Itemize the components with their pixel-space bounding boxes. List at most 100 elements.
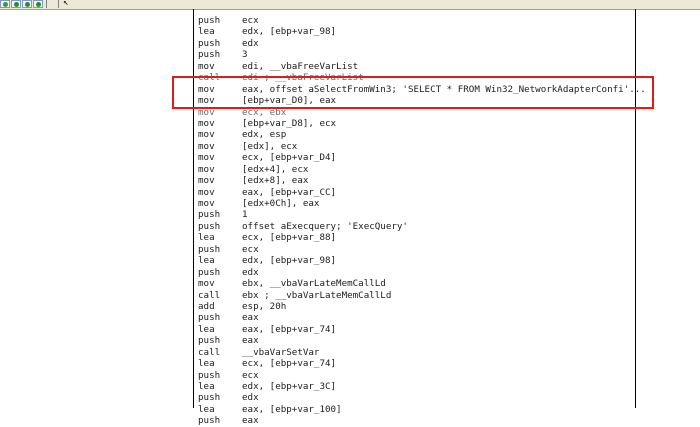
instruction-mnemonic: push [198, 392, 221, 404]
instruction-mnemonic: mov [198, 198, 215, 209]
instruction-operands: [edx+8], eax [242, 175, 309, 187]
code-line[interactable]: push edx [198, 267, 638, 278]
arrow-cursor-icon[interactable]: ↖ [63, 0, 68, 8]
instruction-operands: edx [242, 266, 259, 278]
code-line[interactable]: push edx [198, 392, 638, 403]
instruction-mnemonic: mov [198, 95, 215, 107]
code-line[interactable]: mov [ebp+var_D0], eax [198, 95, 638, 106]
instruction-mnemonic: push [198, 415, 221, 427]
code-line[interactable]: mov ecx, [ebp+var_D4] [198, 152, 638, 163]
code-line[interactable]: mov [edx+4], ecx [198, 164, 638, 175]
instruction-mnemonic: call [198, 346, 221, 358]
instruction-mnemonic: push [198, 243, 221, 255]
instruction-mnemonic: push [198, 312, 221, 324]
instruction-operands: eax, offset aSelectFromWin3; 'SELECT * F… [242, 83, 646, 95]
instruction-operands: eax [242, 335, 259, 347]
instruction-mnemonic: lea [198, 358, 215, 370]
instruction-operands: edx, [ebp+var_98] [242, 255, 337, 267]
code-line[interactable]: call __vbaVarSetVar [198, 347, 638, 358]
instruction-mnemonic: mov [198, 60, 215, 72]
instruction-operands: [ebp+var_D0], eax [242, 95, 337, 107]
code-line[interactable]: call ebx ; __vbaVarLateMemCallLd [198, 290, 638, 301]
instruction-mnemonic: push [198, 15, 221, 26]
code-line[interactable]: lea edx, [ebp+var_98] [198, 255, 638, 266]
instruction-mnemonic: call [198, 289, 221, 301]
code-line[interactable]: call edi ; __vbaFreeVarList [198, 72, 638, 83]
instruction-operands: eax, [ebp+var_74] [242, 323, 337, 335]
instruction-mnemonic: add [198, 300, 215, 312]
code-line[interactable]: push eax [198, 335, 638, 346]
code-line[interactable]: mov [edx+8], eax [198, 175, 638, 186]
code-line[interactable]: mov ecx, ebx [198, 107, 638, 118]
instruction-mnemonic: push [198, 335, 221, 347]
code-line[interactable]: lea eax, [ebp+var_74] [198, 324, 638, 335]
code-line[interactable]: push offset aExecquery; 'ExecQuery' [198, 221, 638, 232]
instruction-mnemonic: mov [198, 278, 215, 290]
instruction-mnemonic: mov [198, 163, 215, 175]
code-line[interactable]: push ecx [198, 244, 638, 255]
instruction-operands: edi, __vbaFreeVarList [242, 60, 359, 72]
instruction-operands: ecx, [ebp+var_74] [242, 358, 337, 370]
instruction-operands: esp, 20h [242, 300, 287, 312]
instruction-operands: ebx ; __vbaVarLateMemCallLd [242, 289, 392, 301]
instruction-operands: [edx], ecx [242, 140, 298, 152]
code-line[interactable]: add esp, 20h [198, 301, 638, 312]
code-line[interactable]: push edx [198, 38, 638, 49]
code-line[interactable]: push eax [198, 312, 638, 323]
instruction-operands: ecx [242, 369, 259, 381]
instruction-operands: edx, esp [242, 129, 287, 141]
instruction-mnemonic: push [198, 266, 221, 278]
gear-icon[interactable] [0, 0, 10, 8]
instruction-operands: edi ; __vbaFreeVarList [242, 72, 364, 84]
code-line[interactable]: mov [ebp+var_D8], ecx [198, 118, 638, 129]
step-over-icon[interactable] [22, 0, 32, 8]
code-line[interactable]: mov edx, esp [198, 129, 638, 140]
instruction-operands: eax [242, 312, 259, 324]
instruction-operands: offset aExecquery; 'ExecQuery' [242, 220, 408, 232]
instruction-mnemonic: mov [198, 117, 215, 129]
code-line[interactable]: mov edi, __vbaFreeVarList [198, 61, 638, 72]
code-line[interactable]: push ecx [198, 370, 638, 381]
instruction-mnemonic: mov [198, 175, 215, 187]
instruction-mnemonic: push [198, 49, 221, 61]
code-line[interactable]: mov [edx+0Ch], eax [198, 198, 638, 209]
instruction-operands: [edx+4], ecx [242, 163, 309, 175]
disassembly-listing[interactable]: push ecx lea edx, [ebp+var_98] push edx push 3 m… [198, 15, 646, 427]
instruction-mnemonic: mov [198, 140, 215, 152]
code-line[interactable]: mov eax, [ebp+var_CC] [198, 187, 638, 198]
instruction-operands: ecx, [ebp+var_88] [242, 232, 337, 244]
code-line[interactable]: lea eax, [ebp+var_100] [198, 404, 638, 415]
toolbar-separator [46, 0, 47, 8]
instruction-mnemonic: mov [198, 129, 215, 141]
instruction-operands: ebx, __vbaVarLateMemCallLd [242, 278, 386, 290]
code-line[interactable]: push ecx [198, 15, 638, 26]
code-line[interactable]: mov ebx, __vbaVarLateMemCallLd [198, 278, 638, 289]
instruction-operands: ecx, ebx [242, 106, 287, 118]
instruction-mnemonic: lea [198, 255, 215, 267]
instruction-operands: eax, [ebp+var_CC] [242, 186, 337, 198]
code-line[interactable]: lea ecx, [ebp+var_74] [198, 358, 638, 369]
code-line[interactable]: push 3 [198, 49, 638, 60]
code-line[interactable]: lea edx, [ebp+var_3C] [198, 381, 638, 392]
instruction-mnemonic: mov [198, 106, 215, 118]
step-into-icon[interactable] [11, 0, 21, 8]
instruction-mnemonic: mov [198, 83, 215, 95]
instruction-operands: [ebp+var_D8], ecx [242, 117, 337, 129]
instruction-operands: edx [242, 392, 259, 404]
code-line[interactable]: lea edx, [ebp+var_98] [198, 26, 638, 37]
code-line[interactable]: mov [edx], ecx [198, 141, 638, 152]
code-line[interactable]: push eax [198, 415, 638, 426]
instruction-operands: [edx+0Ch], eax [242, 198, 320, 209]
code-line[interactable]: push 1 [198, 209, 638, 220]
instruction-mnemonic: lea [198, 381, 215, 392]
instruction-operands: edx, [ebp+var_3C] [242, 381, 337, 392]
instruction-operands: 1 [242, 209, 248, 221]
step-out-icon[interactable] [33, 0, 43, 8]
instruction-mnemonic: lea [198, 323, 215, 335]
instruction-operands: ecx, [ebp+var_D4] [242, 152, 337, 164]
instruction-mnemonic: push [198, 209, 221, 221]
instruction-mnemonic: call [198, 72, 221, 84]
code-line[interactable]: lea ecx, [ebp+var_88] [198, 232, 638, 243]
instruction-mnemonic: lea [198, 232, 215, 244]
code-line[interactable]: mov eax, offset aSelectFromWin3; 'SELECT … [198, 83, 646, 95]
